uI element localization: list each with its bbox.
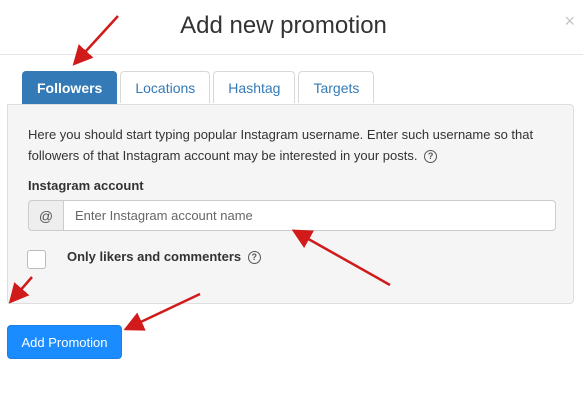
instagram-account-input-group: @: [28, 200, 556, 233]
tab-followers[interactable]: Followers: [22, 71, 118, 104]
tab-locations[interactable]: Locations: [120, 71, 211, 103]
followers-panel: Here you should start typing popular Ins…: [7, 104, 574, 304]
only-likers-checkbox[interactable]: [27, 250, 46, 269]
only-likers-label: Only likers and commenters ?: [67, 249, 261, 265]
close-icon[interactable]: ×: [564, 12, 575, 30]
panel-description: Here you should start typing popular Ins…: [28, 124, 548, 166]
tab-hashtag[interactable]: Hashtag: [213, 71, 296, 103]
tab-bar: Followers Locations Hashtag Targets: [22, 71, 377, 105]
help-circle-icon[interactable]: ?: [247, 251, 261, 265]
tab-targets[interactable]: Targets: [298, 71, 375, 103]
modal-title: Add new promotion: [180, 12, 387, 39]
instagram-account-label: Instagram account: [28, 178, 144, 193]
add-promotion-button[interactable]: Add Promotion: [7, 325, 122, 359]
modal-header: Add new promotion ×: [0, 0, 583, 55]
only-likers-label-text: Only likers and commenters: [67, 249, 242, 264]
description-text: Here you should start typing popular Ins…: [28, 127, 534, 163]
at-sign-addon: @: [28, 200, 63, 231]
instagram-account-input[interactable]: [63, 200, 556, 231]
help-circle-icon[interactable]: ?: [424, 150, 438, 164]
